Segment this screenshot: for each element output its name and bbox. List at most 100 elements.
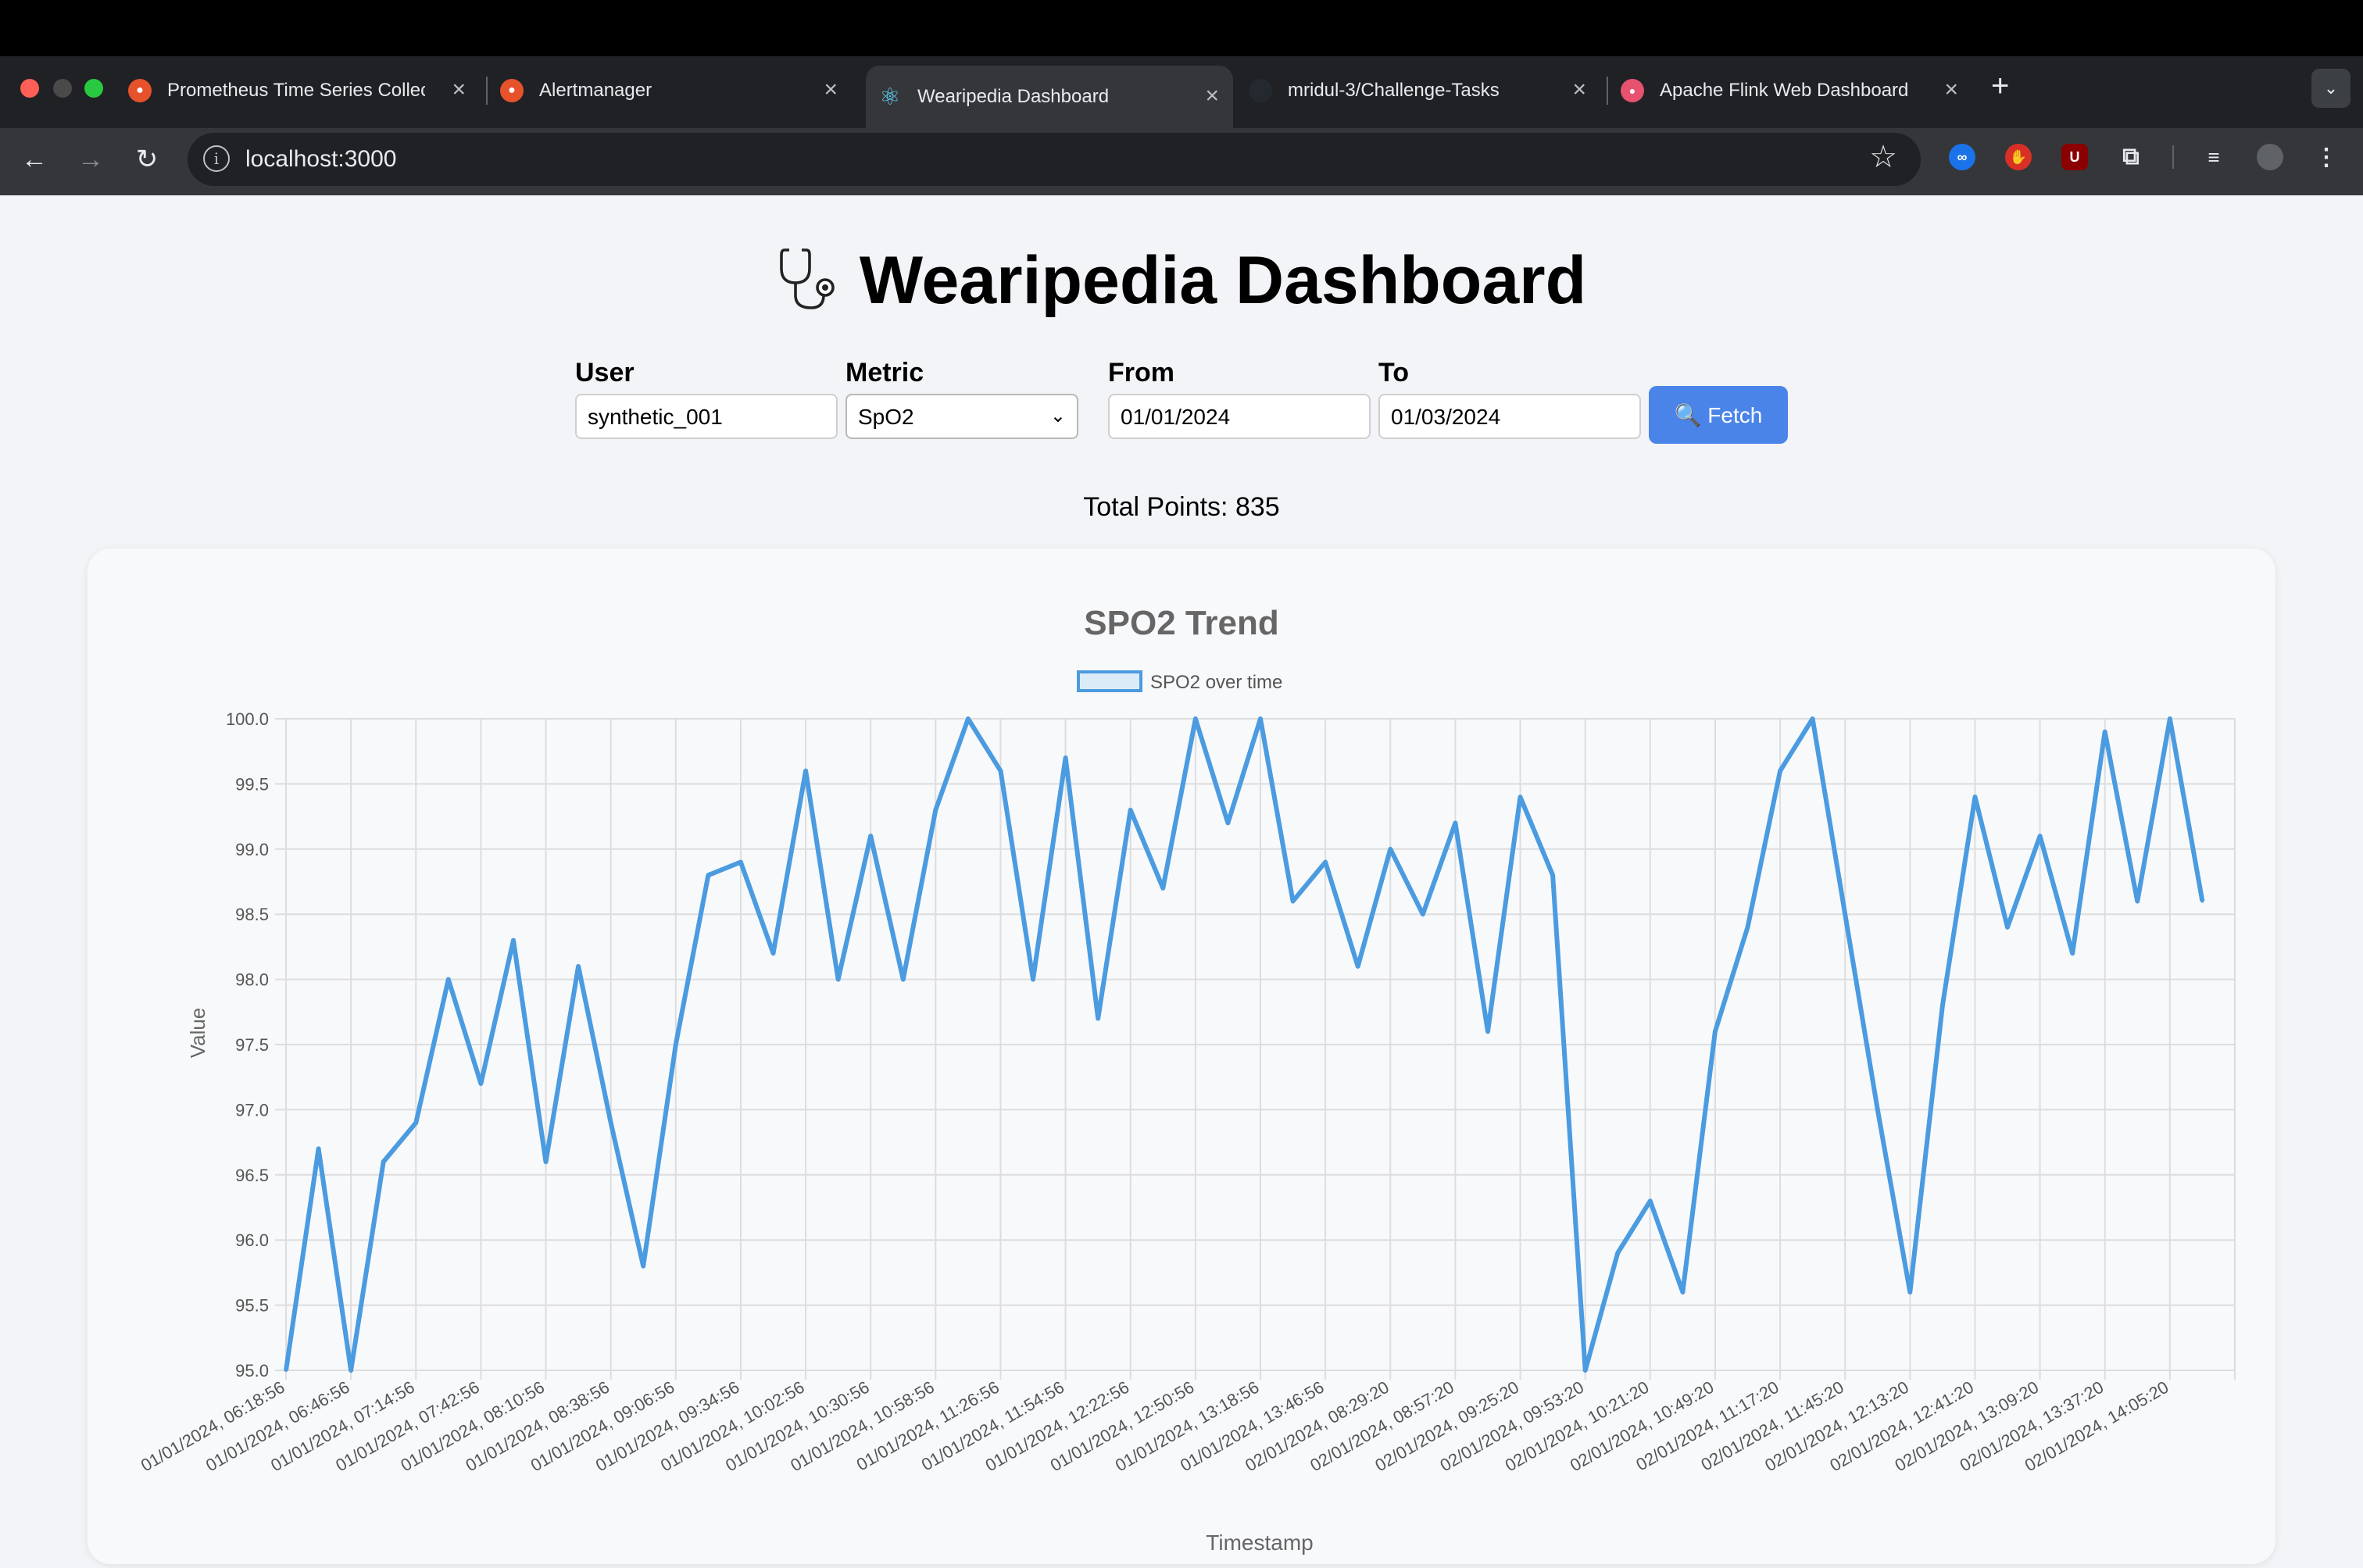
y-tick-label: 96.0 bbox=[235, 1230, 269, 1250]
data-point bbox=[1746, 925, 1750, 929]
new-tab-button[interactable]: + bbox=[1991, 69, 2009, 104]
close-tab-icon[interactable]: × bbox=[1944, 77, 1958, 103]
reload-icon[interactable]: ↻ bbox=[127, 139, 167, 180]
close-tab-icon[interactable]: × bbox=[824, 77, 838, 103]
tab-title: Alertmanager bbox=[539, 80, 652, 101]
chart-legend[interactable]: SPO2 over time bbox=[1077, 670, 1282, 693]
data-point bbox=[1616, 1251, 1620, 1255]
data-point bbox=[1908, 1290, 1912, 1294]
close-tab-icon[interactable]: × bbox=[1572, 77, 1586, 103]
y-tick-label: 99.5 bbox=[235, 774, 269, 794]
spo2-line-chart: SPO2 Trend SPO2 over time 95.0 95.5 96.0 96… bbox=[138, 604, 2236, 1555]
metric-select[interactable]: SpO2 ⌄ bbox=[845, 394, 1078, 439]
chevron-down-icon: ⌄ bbox=[1049, 405, 1066, 427]
data-point bbox=[869, 834, 873, 838]
data-point bbox=[1713, 1030, 1717, 1034]
chart-card: SPO2 Trend SPO2 over time 95.0 95.5 96.0 96… bbox=[88, 548, 2275, 1564]
extension-ublock-icon[interactable]: U bbox=[2061, 144, 2088, 170]
chart-title: SPO2 Trend bbox=[1084, 604, 1278, 642]
metric-label: Metric bbox=[845, 358, 924, 388]
data-point bbox=[771, 952, 775, 955]
minimize-window-button[interactable] bbox=[53, 79, 72, 98]
data-point bbox=[1811, 717, 1814, 720]
prometheus-icon: ● bbox=[128, 79, 152, 102]
data-point bbox=[1648, 1199, 1652, 1203]
data-point bbox=[2038, 834, 2042, 838]
data-point bbox=[577, 964, 581, 968]
data-point bbox=[414, 1121, 418, 1125]
url-text[interactable]: localhost:3000 bbox=[245, 146, 396, 173]
user-input[interactable]: synthetic_001 bbox=[575, 394, 838, 439]
data-point bbox=[804, 769, 808, 773]
browser-tab[interactable]: ● Alertmanager × bbox=[500, 66, 852, 116]
data-point bbox=[706, 873, 710, 877]
maximize-window-button[interactable] bbox=[84, 79, 103, 98]
extension-infinity-icon[interactable]: ∞ bbox=[1949, 144, 1975, 170]
data-point bbox=[1518, 795, 1522, 799]
profile-avatar[interactable] bbox=[2257, 144, 2283, 170]
browser-tab[interactable]: ● Apache Flink Web Dashboard × bbox=[1621, 66, 1972, 116]
data-point bbox=[1193, 717, 1197, 720]
data-point bbox=[1875, 1108, 1879, 1112]
close-tab-icon[interactable]: × bbox=[452, 77, 466, 103]
y-tick-label: 97.0 bbox=[235, 1100, 269, 1120]
extension-hand-icon[interactable]: ✋ bbox=[2005, 144, 2032, 170]
fetch-button[interactable]: 🔍 Fetch bbox=[1649, 386, 1788, 444]
data-point bbox=[1064, 756, 1067, 760]
data-point bbox=[674, 1043, 677, 1046]
close-window-button[interactable] bbox=[20, 79, 39, 98]
tab-separator bbox=[486, 77, 488, 105]
y-tick-label: 99.0 bbox=[235, 840, 269, 859]
data-point bbox=[1259, 717, 1262, 720]
browser-menu-icon[interactable]: ⋮ bbox=[2313, 144, 2340, 170]
data-point bbox=[284, 1369, 288, 1372]
page-title: Wearipedia Dashboard bbox=[0, 242, 2363, 320]
data-point bbox=[1096, 1016, 1100, 1020]
tab-search-chevron-icon[interactable]: ⌄ bbox=[2311, 69, 2350, 108]
data-point bbox=[446, 977, 450, 981]
chart-grid bbox=[275, 718, 2236, 1380]
toolbar-separator bbox=[2172, 145, 2174, 169]
data-point bbox=[1226, 821, 1230, 825]
data-point bbox=[1681, 1290, 1685, 1294]
data-point bbox=[2006, 925, 2010, 929]
data-point bbox=[966, 717, 970, 720]
site-info-icon[interactable]: i bbox=[203, 145, 230, 172]
data-point bbox=[1031, 977, 1035, 981]
data-point bbox=[1551, 873, 1555, 877]
to-label: To bbox=[1378, 358, 1410, 388]
data-point bbox=[1843, 913, 1847, 916]
from-label: From bbox=[1108, 358, 1174, 388]
browser-tab[interactable]: mridul-3/Challenge-Tasks × bbox=[1249, 66, 1600, 116]
data-point bbox=[934, 808, 938, 812]
user-label: User bbox=[575, 358, 635, 388]
media-control-icon[interactable]: ≡ bbox=[2200, 144, 2227, 170]
browser-tab[interactable]: ● Prometheus Time Series Collection × bbox=[128, 66, 480, 116]
flink-icon: ● bbox=[1621, 79, 1644, 102]
address-bar[interactable]: i localhost:3000 ☆ bbox=[188, 133, 1921, 186]
data-point bbox=[609, 1121, 613, 1125]
data-point bbox=[642, 1264, 645, 1268]
data-point bbox=[2200, 899, 2204, 903]
to-date-input[interactable]: 01/03/2024 bbox=[1378, 394, 1641, 439]
data-point bbox=[1583, 1369, 1587, 1372]
data-point bbox=[316, 1147, 320, 1151]
y-axis-ticks: 95.0 95.5 96.0 96.5 97.0 97.5 98.0 98.5 99.0 99.5… bbox=[226, 709, 269, 1380]
data-point bbox=[1291, 899, 1295, 903]
from-date-input[interactable]: 01/01/2024 bbox=[1108, 394, 1371, 439]
data-point bbox=[1453, 821, 1457, 825]
forward-arrow-icon[interactable]: → bbox=[70, 139, 111, 180]
data-point bbox=[1779, 769, 1782, 773]
data-point bbox=[2071, 952, 2075, 955]
back-arrow-icon[interactable]: ← bbox=[14, 139, 55, 180]
y-axis-label: Value bbox=[186, 1008, 209, 1059]
close-tab-icon[interactable]: × bbox=[1205, 83, 1219, 109]
extensions-puzzle-icon[interactable]: ⧉ bbox=[2118, 144, 2144, 170]
data-point bbox=[836, 977, 840, 981]
y-tick-label: 97.5 bbox=[235, 1035, 269, 1055]
data-point bbox=[544, 1160, 548, 1164]
bookmark-star-icon[interactable]: ☆ bbox=[1869, 139, 1897, 175]
y-tick-label: 95.0 bbox=[235, 1361, 269, 1380]
page-title-text: Wearipedia Dashboard bbox=[859, 243, 1587, 318]
browser-tab-active[interactable]: ⚛ Wearipedia Dashboard × bbox=[866, 66, 1233, 128]
